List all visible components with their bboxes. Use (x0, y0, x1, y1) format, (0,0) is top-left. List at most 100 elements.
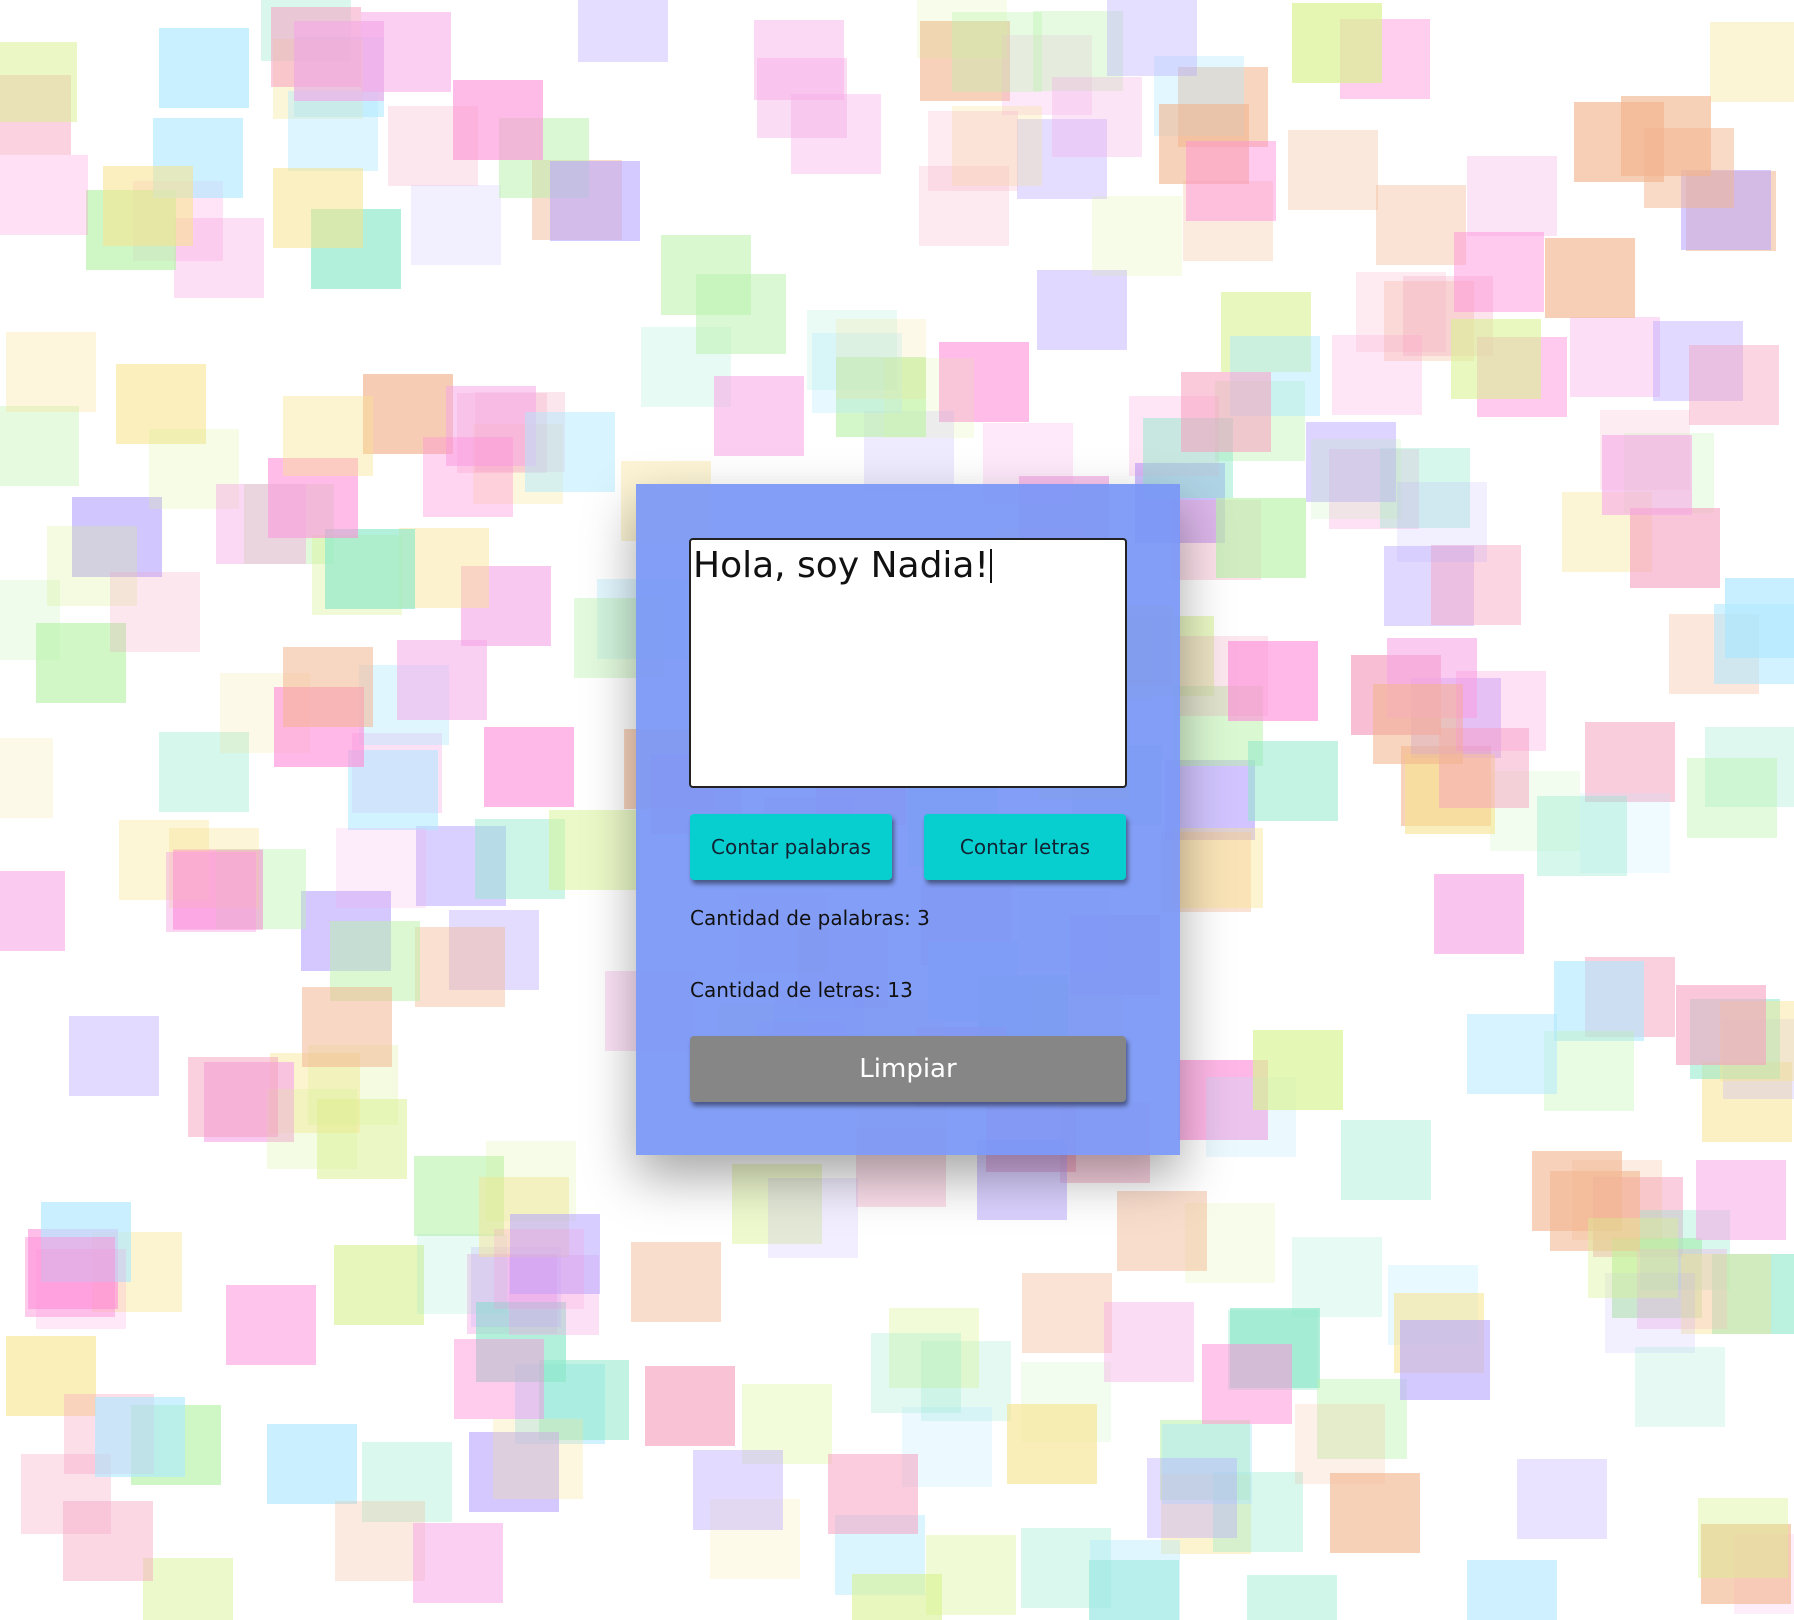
word-count-result: Cantidad de palabras: 3 (690, 906, 930, 930)
confetti-square (415, 927, 505, 1007)
confetti-square (768, 1178, 858, 1258)
confetti-square (549, 810, 639, 890)
confetti-square (1228, 641, 1318, 721)
confetti-square (791, 94, 881, 174)
confetti-square (226, 1285, 316, 1365)
confetti-square (0, 738, 53, 818)
confetti-square (1341, 1120, 1431, 1200)
confetti-square (283, 647, 373, 727)
confetti-square (288, 91, 378, 171)
confetti-square (486, 1141, 576, 1221)
confetti-square (0, 871, 65, 951)
confetti-square (36, 1249, 126, 1329)
confetti-square (493, 1419, 583, 1499)
confetti-square (63, 1501, 153, 1581)
confetti-square (1630, 508, 1720, 588)
confetti-square (173, 850, 263, 930)
confetti-square (1585, 722, 1675, 802)
confetti-square (0, 406, 79, 486)
confetti-square (1689, 345, 1779, 425)
confetti-square (0, 42, 77, 122)
confetti-square (1216, 498, 1306, 578)
confetti-square (631, 1242, 721, 1322)
confetti-square (1202, 1344, 1292, 1424)
confetti-square (267, 1424, 357, 1504)
confetti-square (754, 20, 844, 100)
confetti-square (1710, 22, 1794, 102)
text-input[interactable]: Hola, soy Nadia! (689, 538, 1127, 788)
confetti-square (1356, 272, 1446, 352)
confetti-square (1173, 828, 1263, 908)
confetti-square (494, 1229, 584, 1309)
confetti-square (1007, 1404, 1097, 1484)
confetti-square (928, 111, 1018, 191)
confetti-square (188, 1057, 278, 1137)
confetti-square (550, 161, 640, 241)
confetti-square (1696, 1160, 1786, 1240)
confetti-square (1253, 1030, 1343, 1110)
confetti-square (423, 437, 513, 517)
confetti-square (1537, 796, 1627, 876)
confetti-square (336, 828, 426, 908)
confetti-square (397, 640, 487, 720)
text-caret (989, 549, 992, 583)
confetti-square (1544, 1031, 1634, 1111)
confetti-square (1090, 1540, 1180, 1620)
confetti-square (1434, 874, 1524, 954)
confetti-square (1397, 482, 1487, 562)
confetti-square (1676, 985, 1766, 1065)
confetti-square (1554, 961, 1644, 1041)
confetti-square (1373, 684, 1463, 764)
confetti-square (952, 12, 1042, 92)
confetti-square (411, 185, 501, 265)
confetti-square (693, 1450, 783, 1530)
confetti-square (696, 274, 786, 354)
confetti-square (871, 1333, 961, 1413)
confetti-square (1248, 741, 1338, 821)
confetti-square (1456, 671, 1546, 751)
confetti-square (1467, 156, 1557, 236)
count-letters-button[interactable]: Contar letras (924, 814, 1126, 880)
confetti-square (302, 987, 392, 1067)
confetti-square (143, 1558, 233, 1620)
confetti-square (1545, 238, 1635, 318)
confetti-square (1602, 435, 1692, 515)
confetti-square (645, 1366, 735, 1446)
confetti-square (484, 727, 574, 807)
confetti-square (6, 332, 96, 412)
confetti-square (1376, 185, 1466, 265)
count-words-button[interactable]: Contar palabras (690, 814, 892, 880)
confetti-square (0, 155, 88, 235)
clear-button[interactable]: Limpiar (690, 1036, 1126, 1102)
confetti-square (1330, 1473, 1420, 1553)
confetti-square (413, 1523, 503, 1603)
confetti-square (1022, 1273, 1112, 1353)
confetti-square (1621, 96, 1711, 176)
letter-count-result: Cantidad de letras: 13 (690, 978, 913, 1002)
confetti-square (283, 396, 373, 476)
confetti-square (103, 166, 193, 246)
confetti-square (454, 1339, 544, 1419)
confetti-square (1517, 1459, 1607, 1539)
confetti-square (1687, 758, 1777, 838)
confetti-square (110, 572, 200, 652)
confetti-square (1104, 1302, 1194, 1382)
confetti-square (1092, 196, 1182, 276)
confetti-square (525, 412, 615, 492)
confetti-square (1037, 270, 1127, 350)
confetti-square (1467, 1560, 1557, 1620)
confetti-square (1117, 1191, 1207, 1271)
confetti-square (1147, 1458, 1237, 1538)
confetti-square (1295, 1404, 1385, 1484)
confetti-square (1400, 1320, 1490, 1400)
confetti-square (1292, 3, 1382, 83)
confetti-square (828, 1454, 918, 1534)
confetti-square (294, 21, 384, 101)
confetti-square (334, 1245, 424, 1325)
text-input-value: Hola, soy Nadia! (693, 545, 989, 586)
confetti-square (388, 106, 478, 186)
confetti-square (1292, 1237, 1382, 1317)
confetti-square (95, 1397, 185, 1477)
confetti-square (325, 529, 415, 609)
confetti-square (1107, 0, 1197, 76)
